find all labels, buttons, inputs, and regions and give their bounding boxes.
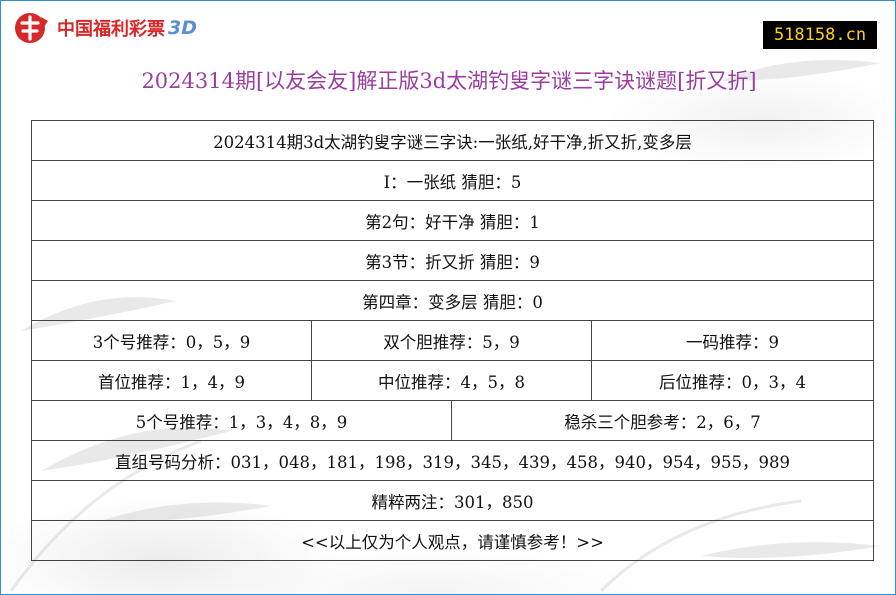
lottery-logo: 中国福利彩票 3D bbox=[13, 11, 197, 45]
selected-two-bets: 精粹两注：301，850 bbox=[30, 480, 875, 521]
five-number-recommend: 5个号推荐：1，3，4，8，9 bbox=[31, 400, 452, 441]
last-position-recommend: 后位推荐：0，3，4 bbox=[590, 360, 875, 401]
site-badge[interactable]: 518158.cn bbox=[763, 21, 877, 49]
riddle-summary: 2024314期3d太湖钓叟字谜三字诀:一张纸,好干净,折又折,变多层 bbox=[30, 120, 875, 161]
prediction-table: 2024314期3d太湖钓叟字谜三字诀:一张纸,好干净,折又折,变多层 I：一张… bbox=[30, 120, 875, 561]
riddle-line-3: 第3节：折又折 猜胆：9 bbox=[30, 240, 875, 281]
table-row: 精粹两注：301，850 bbox=[30, 480, 875, 521]
middle-position-recommend: 中位推荐：4，5，8 bbox=[311, 360, 592, 401]
double-gall-recommend: 双个胆推荐：5，9 bbox=[311, 320, 592, 361]
page-title: 2024314期[以友会友]解正版3d太湖钓叟字谜三字诀谜题[折又折] bbox=[141, 69, 757, 93]
direct-group-analysis: 直组号码分析：031，048，181，198，319，345，439，458，9… bbox=[30, 440, 875, 481]
page-frame: 中国福利彩票 3D 518158.cn 2024314期[以友会友]解正版3d太… bbox=[0, 0, 896, 595]
table-row: 第2句：好干净 猜胆：1 bbox=[30, 200, 875, 241]
table-row: 首位推荐：1，4，9 中位推荐：4，5，8 后位推荐：0，3，4 bbox=[31, 360, 875, 401]
riddle-line-1: I：一张纸 猜胆：5 bbox=[30, 160, 875, 201]
logo-text: 中国福利彩票 bbox=[57, 19, 165, 40]
table-row: 5个号推荐：1，3，4，8，9 稳杀三个胆参考：2，6，7 bbox=[31, 400, 875, 441]
table-row: 直组号码分析：031，048，181，198，319，345，439，458，9… bbox=[30, 440, 875, 481]
riddle-line-4: 第四章：变多层 猜胆：0 bbox=[30, 280, 875, 321]
disclaimer: <<以上仅为个人观点，请谨慎参考！>> bbox=[30, 520, 875, 561]
riddle-line-2: 第2句：好干净 猜胆：1 bbox=[30, 200, 875, 241]
table-row: <<以上仅为个人观点，请谨慎参考！>> bbox=[30, 520, 875, 561]
three-number-recommend: 3个号推荐：0，5，9 bbox=[31, 320, 312, 361]
table-row: 第四章：变多层 猜胆：0 bbox=[30, 280, 875, 321]
table-row: I：一张纸 猜胆：5 bbox=[30, 160, 875, 201]
welfare-lottery-logo-icon bbox=[15, 13, 48, 43]
table-row: 2024314期3d太湖钓叟字谜三字诀:一张纸,好干净,折又折,变多层 bbox=[30, 120, 875, 161]
table-row: 3个号推荐：0，5，9 双个胆推荐：5，9 一码推荐：9 bbox=[31, 320, 875, 361]
kill-three-reference: 稳杀三个胆参考：2，6，7 bbox=[450, 400, 875, 441]
table-row: 第3节：折又折 猜胆：9 bbox=[30, 240, 875, 281]
logo-3d-suffix: 3D bbox=[168, 17, 197, 39]
one-code-recommend: 一码推荐：9 bbox=[590, 320, 875, 361]
first-position-recommend: 首位推荐：1，4，9 bbox=[31, 360, 312, 401]
